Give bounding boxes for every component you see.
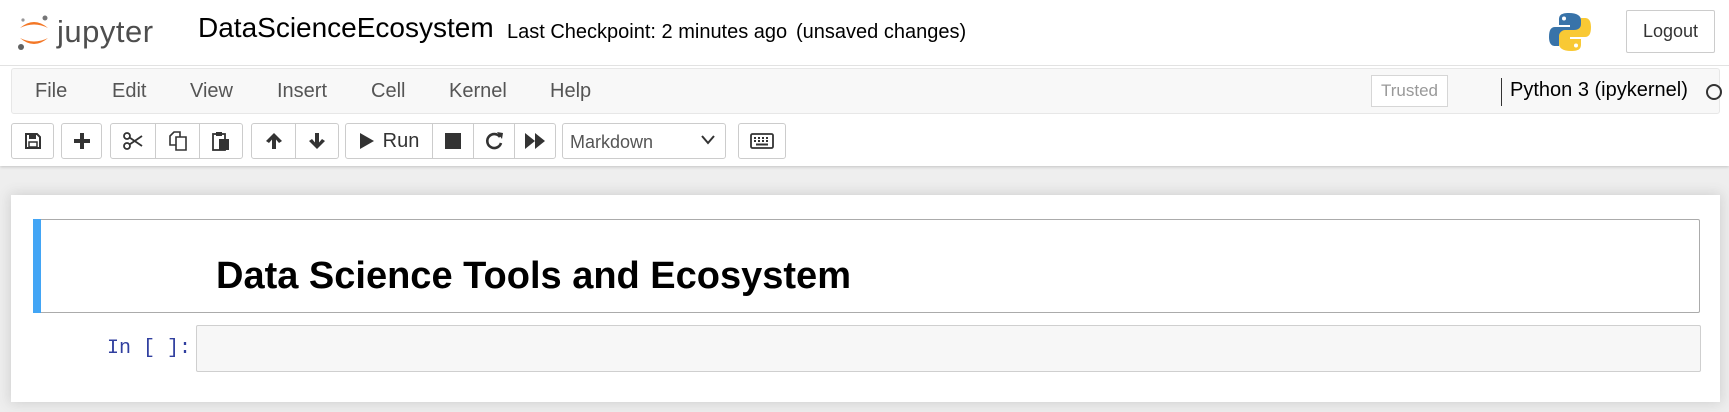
notebook-name[interactable]: DataScienceEcosystem [198,12,494,44]
menu-file[interactable]: File [35,80,67,103]
restart-button[interactable] [473,124,514,158]
menu-kernel[interactable]: Kernel [449,80,507,103]
play-icon [359,133,374,149]
notebook-container: Data Science Tools and Ecosystem In [ ]: [11,195,1720,402]
input-prompt: In [ ]: [107,337,192,360]
fast-forward-icon [525,133,545,149]
command-palette-button[interactable] [739,124,785,158]
menu-edit[interactable]: Edit [112,80,146,103]
cell-type-select[interactable]: Markdown [562,123,726,159]
toolbar-group-insert [61,123,102,159]
autosave-status: (unsaved changes) [796,21,967,43]
run-button[interactable]: Run [346,124,432,158]
run-label: Run [382,129,420,152]
menu-help[interactable]: Help [550,80,591,103]
jupyter-logo[interactable]: jupyter [17,10,154,54]
toolbar-group-edit [110,123,243,159]
kernel-separator [1501,78,1502,106]
stop-icon [445,133,461,149]
save-icon [24,133,41,149]
paste-button[interactable] [199,124,242,158]
jupyter-logo-icon [18,15,48,50]
cell-type-value: Markdown [570,132,654,152]
last-checkpoint: Last Checkpoint: 2 minutes ago [507,21,788,43]
toolbar-group-run: Run [345,123,556,159]
kernel-idle-circle-icon [1706,84,1722,100]
restart-icon [486,132,503,150]
selected-cell-indicator [33,219,41,313]
code-cell-input[interactable] [196,325,1701,372]
toolbar-group-keyboard [738,123,786,159]
kernel-name[interactable]: Python 3 (ipykernel) [1510,79,1688,102]
toolbar-group-move [251,123,339,159]
chevron-down-icon [701,135,715,145]
copy-icon [168,131,187,151]
logout-button[interactable]: Logout [1626,10,1715,53]
markdown-cell[interactable]: Data Science Tools and Ecosystem [33,219,1700,313]
header: jupyter DataScienceEcosystem Last Checkp… [0,0,1729,166]
menu-insert[interactable]: Insert [277,80,327,103]
move-down-button[interactable] [295,124,338,158]
save-button[interactable] [12,124,53,158]
python-logo-icon [1549,13,1591,51]
menu-view[interactable]: View [190,80,233,103]
markdown-heading: Data Science Tools and Ecosystem [216,255,851,297]
move-up-button[interactable] [252,124,295,158]
trusted-indicator[interactable]: Trusted [1371,75,1448,107]
header-bar: jupyter DataScienceEcosystem Last Checkp… [0,0,1729,66]
cut-button[interactable] [111,124,155,158]
insert-cell-button[interactable] [62,124,101,158]
keyboard-icon [750,133,774,149]
arrow-down-icon [309,133,325,149]
plus-icon [73,133,90,149]
jupyter-logo-text: jupyter [57,14,154,49]
menubar: File Edit View Insert Cell Kernel Help T… [11,68,1722,114]
interrupt-button[interactable] [432,124,473,158]
menu-cell[interactable]: Cell [371,80,405,103]
copy-button[interactable] [155,124,199,158]
scissors-icon [123,132,143,150]
arrow-up-icon [265,133,282,149]
toolbar-group-save [11,123,54,159]
restart-run-all-button[interactable] [514,124,555,158]
paste-icon [212,132,229,151]
